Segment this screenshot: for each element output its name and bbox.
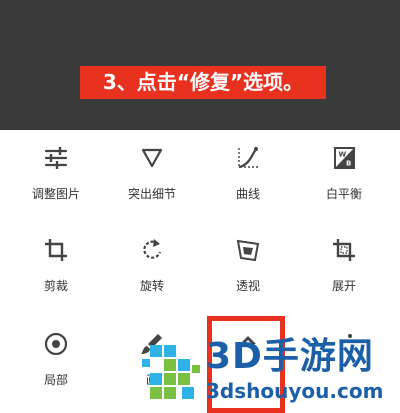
tool-curves[interactable]: 曲线 (198, 144, 298, 214)
image-preview-area: 3、点击“修复”选项。 (0, 0, 400, 130)
tool-label: 曲线 (235, 187, 260, 201)
white-balance-icon: W B (334, 147, 355, 169)
tool-perspective[interactable]: 透视 (198, 236, 298, 306)
tool-selective[interactable]: 局部 (6, 330, 106, 400)
svg-text:W: W (339, 151, 347, 159)
tool-label: 突出细节 (127, 187, 176, 201)
perspective-icon (236, 239, 260, 262)
tool-crop[interactable]: 剪裁 (6, 236, 106, 306)
tool-label: 白平衡 (325, 187, 362, 201)
tool-details[interactable]: 突出细节 (102, 144, 202, 214)
tool-label: 剪裁 (43, 279, 68, 293)
instruction-banner: 3、点击“修复”选项。 (80, 66, 326, 99)
rotate-icon (143, 239, 162, 259)
svg-text:B: B (346, 160, 351, 168)
curve-icon (238, 147, 258, 169)
expand-icon (333, 239, 355, 261)
tool-label: 旋转 (139, 279, 164, 293)
tool-label: 局部 (43, 373, 68, 387)
tool-adjust-image[interactable]: 调整图片 (6, 144, 106, 214)
triangle-down-icon (141, 148, 163, 168)
tool-label: 透视 (235, 279, 260, 293)
target-icon (44, 332, 68, 356)
tool-expand[interactable]: 展开 (294, 236, 394, 306)
tool-label: 展开 (331, 279, 356, 293)
tool-rotate[interactable]: 旋转 (102, 236, 202, 306)
watermark-logo-icon (142, 345, 200, 399)
tool-label: 调整图片 (31, 187, 80, 201)
watermark-brand: 3D手游网 (206, 336, 374, 377)
watermark-url: 3dshouyou.com (206, 379, 384, 403)
crop-icon (45, 239, 67, 261)
watermark: 3D手游网 3dshouyou.com (142, 337, 400, 413)
sliders-icon (44, 147, 68, 169)
tool-white-balance[interactable]: W B 白平衡 (294, 144, 394, 214)
